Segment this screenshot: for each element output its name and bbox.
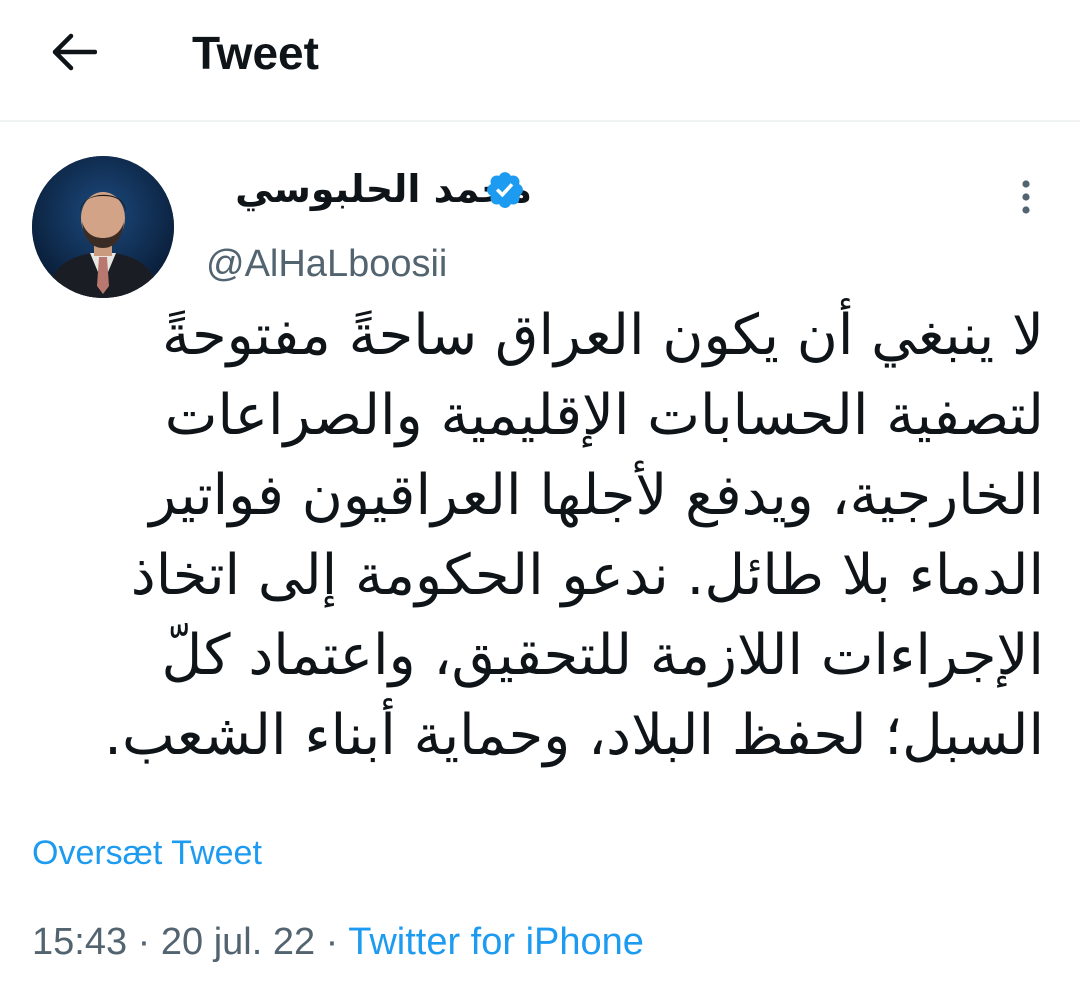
more-options-button[interactable] (1004, 176, 1048, 224)
more-vertical-icon (1022, 180, 1030, 214)
tweet-line: لا ينبغي أن يكون العراق ساحةً مفتوحةً (161, 303, 1044, 368)
user-handle[interactable]: @AlHaLboosii (206, 240, 447, 288)
arrow-left-icon (52, 33, 97, 71)
tweet-date: 20 jul. 22 (160, 921, 316, 963)
page-title: Tweet (192, 27, 319, 79)
tweet-time: 15:43 (32, 921, 128, 963)
tweet-line: الإجراءات اللازمة للتحقيق، واعتماد كلّ (161, 623, 1045, 688)
verified-badge-icon (487, 172, 523, 208)
tweet-line: لتصفية الحسابات الإقليمية والصراعات (164, 383, 1044, 448)
avatar[interactable] (32, 156, 174, 298)
top-bar: Tweet (0, 0, 1080, 122)
separator: · (137, 921, 151, 963)
tweet-line: الدماء بلا طائل. ندعو الحكومة إلى اتخاذ (130, 543, 1044, 608)
profile-photo (32, 156, 174, 298)
separator: · (325, 921, 339, 963)
tweet-source-link[interactable]: Twitter for iPhone (348, 921, 644, 963)
tweet-line: السبل؛ لحفظ البلاد، وحماية أبناء الشعب. (104, 703, 1044, 768)
tweet-line: الخارجية، ويدفع لأجلها العراقيون فواتير (149, 463, 1044, 528)
tweet-metadata: 15:43 · 20 jul. 22 · Twitter for iPhone (32, 918, 644, 966)
tweet-text: لا ينبغي أن يكون العراق ساحةً مفتوحةً لت… (34, 296, 1044, 776)
back-button[interactable] (42, 24, 106, 80)
translate-tweet-link[interactable]: Oversæt Tweet (32, 832, 262, 874)
